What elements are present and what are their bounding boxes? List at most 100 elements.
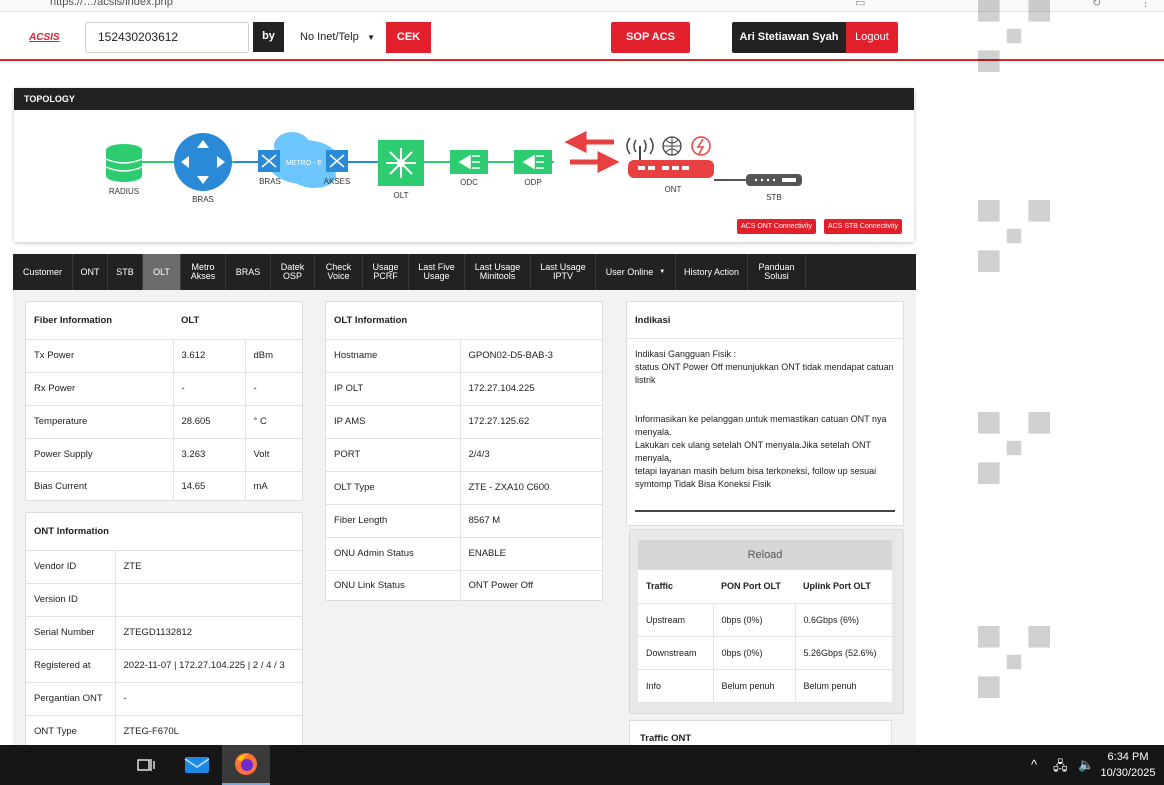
tab-stb[interactable]: STB	[108, 254, 143, 290]
node-label: ONT	[665, 185, 682, 194]
olt-header: OLT	[173, 302, 302, 340]
acs-ont-connectivity-button[interactable]: ACS ONT Connectivity	[737, 219, 817, 234]
col-header: PON Port OLT	[713, 570, 795, 604]
divider	[635, 510, 895, 512]
node-label: OLT	[394, 191, 409, 200]
node-label: ODP	[524, 178, 541, 187]
tab-olt[interactable]: OLT	[143, 254, 181, 290]
table-row: Rx Power - -	[26, 372, 302, 406]
ont-device-icon	[628, 160, 714, 178]
odp-splitter-icon	[514, 150, 552, 174]
row-key: Bias Current	[26, 471, 174, 502]
task-view-icon[interactable]	[122, 745, 170, 785]
table-row: Serial Number ZTEGD1132812	[26, 616, 302, 650]
table-row: Bias Current 14.65 mA	[26, 471, 302, 502]
table-row: Downstream 0bps (0%) 5.26Gbps (52.6%)	[638, 636, 892, 670]
olt-switch-icon	[378, 140, 424, 186]
row-unit: -	[245, 372, 302, 406]
tab-customer[interactable]: Customer	[13, 254, 73, 290]
node-label: METRO - E	[286, 160, 322, 167]
row-value: ENABLE	[460, 537, 602, 571]
indikasi-line: status ONT Power Off menunjukkan ONT tid…	[635, 362, 894, 385]
radius-db-icon	[105, 144, 143, 182]
search-input[interactable]: 152430203612	[85, 22, 249, 53]
globe-icon	[662, 136, 682, 156]
row-value: 172.27.125.62	[460, 405, 602, 439]
row-value: 0bps (0%)	[713, 636, 796, 670]
row-value: ONT Power Off	[468, 580, 534, 592]
row-value: Belum penuh	[795, 669, 892, 703]
row-value: 0bps (0%)	[713, 603, 796, 637]
indikasi-line: tetapi layanan masih belum bisa terkonek…	[635, 466, 877, 489]
table-row: OLT Type ZTE - ZXA10 C600	[326, 471, 602, 505]
indikasi-header: Indikasi	[627, 302, 903, 339]
refresh-icon[interactable]: ↻	[1092, 0, 1101, 9]
row-key: Pergantian ONT	[26, 682, 116, 716]
row-key: Downstream	[638, 636, 714, 670]
row-value: ZTE - ZXA10 C600	[460, 471, 602, 505]
url-fragment[interactable]: https://…/acsis/index.php	[50, 0, 173, 8]
row-unit: ° C	[245, 405, 302, 439]
search-type-select[interactable]: No Inet/Telp ▼	[288, 22, 384, 53]
row-value: 5.26Gbps (52.6%)	[795, 636, 892, 670]
row-value: -	[173, 372, 246, 406]
logout-button[interactable]: Logout	[846, 22, 898, 53]
acsis-logo[interactable]: ACSIS	[29, 32, 60, 43]
table-row: ONU Link Status ONT Power Off	[326, 570, 602, 601]
tab-check-voice[interactable]: Check Voice	[315, 254, 363, 290]
sop-acs-button[interactable]: SOP ACS	[611, 22, 690, 53]
tab-metro-akses[interactable]: Metro Akses	[181, 254, 226, 290]
power-off-icon	[691, 136, 711, 156]
tab-datek-osp[interactable]: Datek OSP	[271, 254, 315, 290]
tab-last-usage-minitools[interactable]: Last Usage Minitools	[465, 254, 531, 290]
reload-button[interactable]: Reload	[638, 540, 892, 570]
row-key: Power Supply	[26, 438, 174, 472]
row-key: ONT Type	[26, 715, 116, 749]
chevron-up-icon[interactable]: ^	[1031, 757, 1037, 772]
tab-last-five-usage[interactable]: Last Five Usage	[409, 254, 465, 290]
tab-panduan-solusi[interactable]: Panduan Solusi	[748, 254, 806, 290]
tab-ont[interactable]: ONT	[73, 254, 108, 290]
bidirectional-arrow-icon	[564, 130, 620, 174]
browser-icon[interactable]: ▭	[855, 0, 865, 9]
row-key: Hostname	[326, 339, 461, 373]
tab-user-online[interactable]: User Online ▼	[596, 254, 676, 290]
acs-stb-connectivity-button[interactable]: ACS STB Connectivity	[824, 219, 903, 234]
tab-bras[interactable]: BRAS	[226, 254, 271, 290]
indikasi-line: Lakukan cek ulang setelah ONT menyala.Ji…	[635, 440, 871, 463]
node-label: BRAS	[192, 195, 214, 204]
node-label: RADIUS	[109, 187, 139, 196]
row-value: 2022-11-07 | 172.27.104.225 | 2 / 4 / 3	[115, 649, 302, 683]
node-label: STB	[766, 193, 782, 202]
tab-usage-pcrf[interactable]: Usage PCRF	[363, 254, 409, 290]
network-icon[interactable]: 🖧	[1053, 757, 1068, 779]
wifi-icon	[626, 137, 654, 162]
firefox-icon[interactable]	[222, 745, 270, 785]
table-row: IP OLT 172.27.104.225	[326, 372, 602, 406]
row-value: ZTEG-F670L	[115, 715, 302, 749]
row-key: ONU Link Status	[326, 570, 461, 601]
table-row: PORT 2/4/3	[326, 438, 602, 472]
system-clock[interactable]: 6:34 PM 10/30/2025	[1096, 749, 1160, 781]
clock-time: 6:34 PM	[1107, 751, 1149, 763]
tab-history-action[interactable]: History Action	[676, 254, 748, 290]
tab-last-usage-iptv[interactable]: Last Usage IPTV	[531, 254, 596, 290]
topology-title: TOPOLOGY	[14, 88, 914, 110]
olt-info-card: OLT Information Hostname GPON02-D5-BAB-3 …	[325, 301, 603, 601]
table-row: Vendor ID ZTE	[26, 550, 302, 584]
menu-icon[interactable]: ⋮	[1140, 0, 1151, 9]
odc-splitter-icon	[450, 150, 488, 174]
node-label: BRAS	[259, 177, 281, 186]
table-row: Power Supply 3.263 Volt	[26, 438, 302, 472]
row-unit: mA	[253, 481, 268, 493]
row-value: 8567 M	[460, 504, 602, 538]
volume-icon[interactable]: 🔈	[1078, 757, 1094, 773]
by-label: by	[253, 22, 284, 52]
cek-button[interactable]: CEK	[386, 22, 431, 53]
user-name-badge[interactable]: Ari Stetiawan Syah	[732, 22, 846, 53]
row-value: 14.65	[173, 471, 246, 502]
row-value: 28.605	[173, 405, 246, 439]
table-row: Tx Power 3.612 dBm	[26, 339, 302, 373]
mail-icon[interactable]	[173, 745, 221, 785]
indikasi-line: Informasikan ke pelanggan untuk memastik…	[635, 414, 887, 437]
